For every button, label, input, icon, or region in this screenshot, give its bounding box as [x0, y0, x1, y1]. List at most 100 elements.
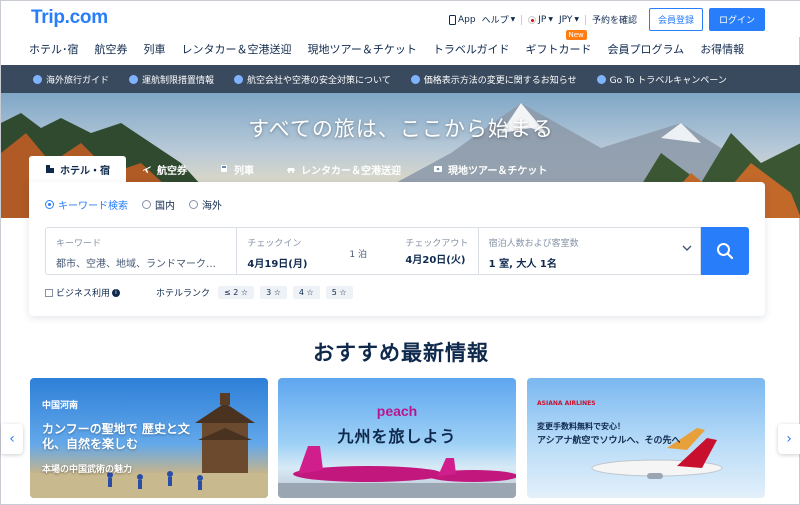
- promo-line1: 変更手数料無料で安心！: [537, 422, 625, 431]
- divider: [521, 14, 523, 25]
- currency-selector[interactable]: JPY ▼: [559, 15, 579, 25]
- radio-dot: [45, 200, 54, 209]
- ticket-icon: [596, 74, 606, 84]
- main-nav: ホテル･宿 航空券 列車 レンタカー＆空港送迎 現地ツアー＆チケット トラベルガ…: [29, 30, 760, 57]
- tab-label: レンタカー＆空港送迎: [301, 165, 401, 177]
- nav-gift-card-label: ギフトカード: [525, 43, 592, 56]
- notice-label: 運航制限措置情報: [142, 75, 215, 86]
- search-icon: [717, 243, 734, 260]
- business-label: ビジネス利用: [56, 289, 111, 299]
- business-checkbox[interactable]: ビジネス利用 i: [45, 286, 121, 299]
- checkout-label: チェックアウト: [405, 239, 469, 249]
- nav-car-rental[interactable]: レンタカー＆空港送迎: [182, 41, 292, 57]
- notice-goto[interactable]: Go To トラベルキャンペーン: [596, 73, 727, 86]
- search-type-radios: キーワード検索 国内 海外: [45, 197, 222, 212]
- japan-flag-icon: [528, 15, 537, 24]
- notice-label: Go To トラベルキャンペーン: [609, 75, 727, 86]
- nav-hotels[interactable]: ホテル･宿: [29, 41, 79, 57]
- hotel-rank-label: ホテルランク: [156, 289, 211, 299]
- tab-label: 現地ツアー＆チケット: [448, 165, 548, 177]
- radio-dot: [189, 200, 198, 209]
- guests-value: 1 室, 大人 1名: [488, 259, 557, 270]
- checkout-value: 4月20日(火): [405, 255, 466, 266]
- peach-logo: peach: [376, 403, 418, 419]
- nav-travel-guide[interactable]: トラベルガイド: [433, 41, 510, 57]
- rank-5-star[interactable]: 5 ☆: [325, 286, 353, 299]
- notice-label: 価格表示方法の変更に関するお知らせ: [423, 75, 577, 86]
- chevron-left-icon: ‹: [9, 431, 15, 447]
- carousel-prev-button[interactable]: ‹: [1, 424, 23, 454]
- section-title: おすすめ最新情報: [313, 341, 489, 365]
- radio-label: 海外: [202, 201, 222, 212]
- nav-trains[interactable]: 列車: [144, 41, 166, 57]
- help-label: ヘルプ: [481, 16, 509, 26]
- tab-label: ホテル・宿: [60, 165, 110, 177]
- promo-card-asiana[interactable]: ASIANA AIRLINES 変更手数料無料で安心！ アシアナ航空でソウルへ、…: [527, 378, 765, 498]
- tab-tours[interactable]: 現地ツアー＆チケット: [417, 156, 563, 182]
- guests-field[interactable]: 宿泊人数および客室数 1 室, 大人 1名: [479, 228, 700, 274]
- keyword-placeholder: 都市、空港、地域、ランドマーク…: [56, 259, 216, 270]
- promo-card-peach[interactable]: peach 九州を旅しよう: [278, 378, 516, 498]
- booking-check-link[interactable]: 予約を確認: [592, 13, 637, 26]
- rank-2-star[interactable]: ≤ 2 ☆: [218, 286, 255, 299]
- tab-flights[interactable]: 航空券: [126, 156, 203, 182]
- tab-label: 列車: [234, 165, 254, 177]
- promo-card-henan[interactable]: 中国河南 カンフーの聖地で 歴史と文化、自然を楽しむ 本場の中国武術の魅力: [30, 378, 268, 498]
- rank-4-star[interactable]: 4 ☆: [292, 286, 320, 299]
- trip-logo[interactable]: Trip.com: [31, 7, 108, 29]
- hotel-icon: [46, 165, 54, 173]
- radio-keyword[interactable]: キーワード検索: [45, 197, 128, 212]
- search-button[interactable]: [701, 227, 749, 275]
- radio-dot: [142, 200, 151, 209]
- promo-headline: カンフーの聖地で 歴史と文化、自然を楽しむ: [42, 422, 190, 451]
- promo-subtitle: 本場の中国武術の魅力: [42, 465, 133, 475]
- keyword-label: キーワード: [56, 239, 102, 249]
- notice-label: 海外旅行ガイド: [46, 75, 110, 86]
- plane-icon: [234, 74, 244, 84]
- date-field[interactable]: チェックイン 4月19日(月) 1 泊 チェックアウト 4月20日(火): [237, 228, 479, 274]
- keyword-field[interactable]: キーワード 都市、空港、地域、ランドマーク…: [46, 228, 238, 274]
- radio-overseas[interactable]: 海外: [189, 197, 222, 212]
- car-icon: [287, 168, 295, 173]
- plane-icon: [143, 166, 151, 173]
- notice-bar: 海外旅行ガイド 運航制限措置情報 航空会社や空港の安全対策について 価格表示方法…: [1, 65, 800, 93]
- tab-label: 航空券: [157, 165, 187, 177]
- promo-headline: 九州を旅しよう: [337, 427, 457, 446]
- radio-domestic[interactable]: 国内: [142, 197, 175, 212]
- nights-count: 1 泊: [349, 250, 368, 260]
- nav-deals[interactable]: お得情報: [700, 41, 744, 57]
- tab-car-rental[interactable]: レンタカー＆空港送迎: [270, 156, 417, 182]
- notice-price-display[interactable]: 価格表示方法の変更に関するお知らせ: [410, 73, 577, 86]
- info-icon[interactable]: i: [112, 288, 121, 297]
- train-icon: [221, 165, 227, 172]
- nav-tours[interactable]: 現地ツアー＆チケット: [308, 41, 417, 57]
- promo-line2: アシアナ航空でソウルへ、その先へ: [537, 436, 681, 446]
- register-button[interactable]: 会員登録: [648, 8, 703, 31]
- carousel-next-button[interactable]: ›: [778, 424, 800, 454]
- nav-membership[interactable]: 会員プログラム: [608, 41, 685, 57]
- tab-trains[interactable]: 列車: [203, 156, 270, 182]
- notice-label: 航空会社や空港の安全対策について: [247, 75, 391, 86]
- top-bar: Trip.com App ヘルプ ▼ JP ▼ JPY ▼ 予約を確認 会員登録 ログ…: [1, 1, 800, 37]
- tab-hotels[interactable]: ホテル・宿: [29, 156, 126, 182]
- nav-gift-card[interactable]: ギフトカード New: [525, 30, 592, 57]
- rank-3-star[interactable]: 3 ☆: [260, 286, 287, 299]
- new-badge: New: [565, 30, 587, 40]
- notice-travel-guide[interactable]: 海外旅行ガイド: [33, 73, 109, 86]
- caret-down-icon: ▼: [548, 16, 553, 23]
- app-label: App: [457, 14, 476, 25]
- ticket-icon: [434, 166, 442, 172]
- region-selector[interactable]: JP ▼: [528, 15, 553, 25]
- notice-safety[interactable]: 航空会社や空港の安全対策について: [234, 73, 391, 86]
- caret-down-icon: ▼: [574, 16, 579, 23]
- product-tabs: ホテル・宿 航空券 列車 レンタカー＆空港送迎 現地ツアー＆チケット: [29, 156, 563, 182]
- login-button[interactable]: ログイン: [708, 8, 765, 31]
- notice-restrictions[interactable]: 運航制限措置情報: [129, 73, 214, 86]
- nav-flights[interactable]: 航空券: [95, 41, 128, 57]
- app-link[interactable]: App: [448, 14, 476, 25]
- currency-label: JPY: [558, 14, 573, 25]
- hero-title: すべての旅は、ここから始まる: [248, 117, 554, 141]
- help-menu[interactable]: ヘルプ ▼: [482, 13, 516, 26]
- search-box: キーワード 都市、空港、地域、ランドマーク… チェックイン 4月19日(月) 1…: [45, 227, 701, 275]
- search-card: キーワード検索 国内 海外 キーワード 都市、空港、地域、ランドマーク… チェッ…: [29, 182, 765, 316]
